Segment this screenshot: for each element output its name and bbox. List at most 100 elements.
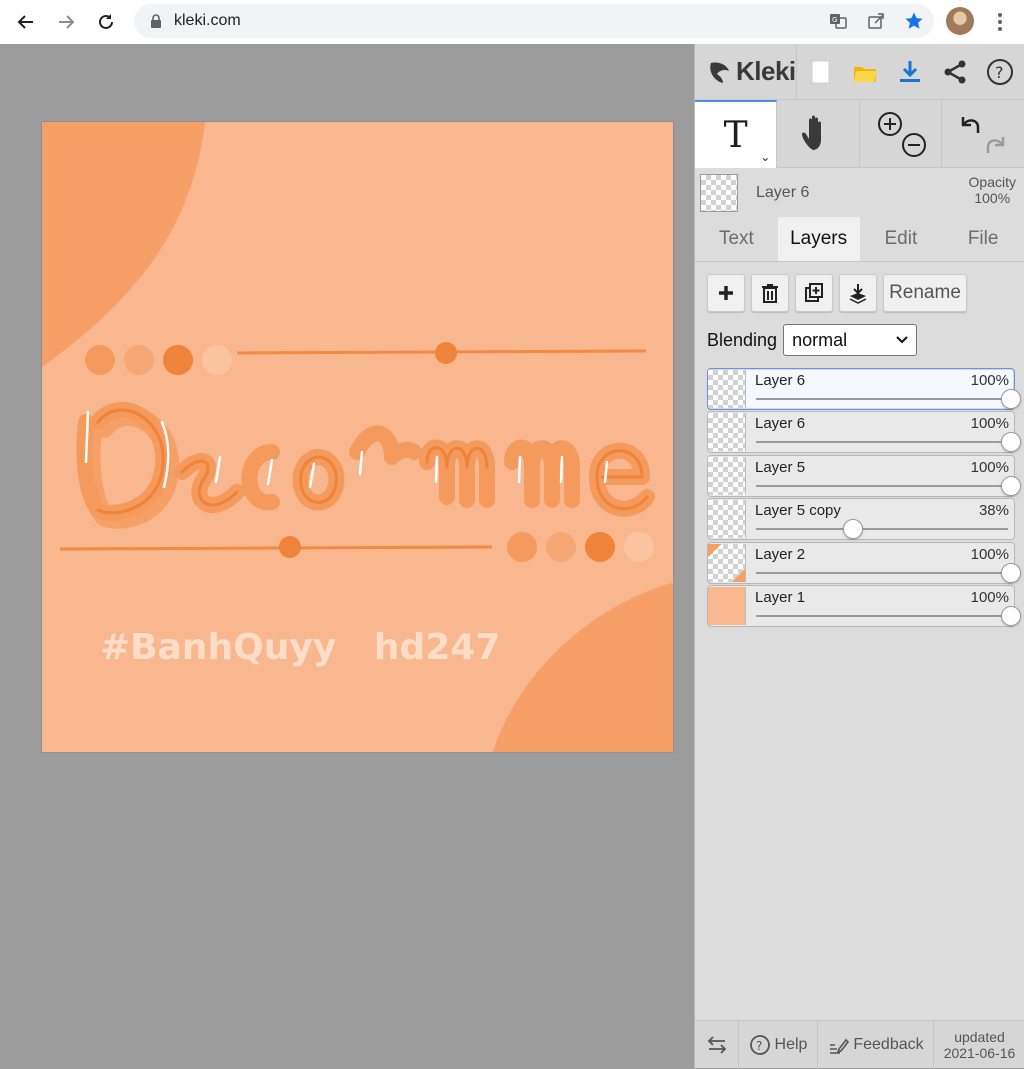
panel-footer: ? Help Feedback updated 2021-06-16 [695, 1020, 1024, 1069]
new-image-button[interactable] [797, 44, 842, 100]
layer-opacity-percent: 100% [970, 458, 1009, 476]
artwork-hashtag-text: #BanhQuyy hd247 [100, 627, 501, 668]
panel-tabs: Text Layers Edit File [695, 217, 1024, 262]
svg-text:?: ? [995, 63, 1004, 82]
zoom-controls [860, 100, 942, 168]
layer-opacity-slider-handle[interactable] [1001, 475, 1021, 496]
tab-edit[interactable]: Edit [860, 217, 943, 261]
share-button[interactable] [932, 44, 977, 100]
download-button[interactable] [887, 44, 932, 100]
rename-layer-button[interactable]: Rename [883, 274, 967, 312]
back-button[interactable] [6, 0, 46, 44]
download-icon [899, 60, 920, 82]
layer-row[interactable]: Layer 1 100% [707, 584, 1021, 627]
svg-text:?: ? [756, 1039, 762, 1053]
layer-row[interactable]: Layer 6 100% [707, 368, 1021, 410]
layer-opacity-slider[interactable] [756, 614, 1008, 617]
translate-icon[interactable]: G [828, 11, 848, 31]
layer-opacity-slider[interactable] [756, 528, 1008, 531]
open-file-button[interactable] [842, 44, 887, 100]
updated-date: 2021-06-16 [943, 1045, 1016, 1061]
hand-icon [801, 115, 821, 150]
layer-row[interactable]: Layer 5 100% [707, 454, 1021, 497]
tool-bar: T ⌄ [695, 100, 1024, 168]
opacity-label: Opacity [968, 174, 1016, 190]
help-icon: ? [986, 58, 1013, 85]
blending-select[interactable]: normal [783, 324, 918, 356]
feedback-pen-icon [830, 1038, 850, 1054]
tab-text[interactable]: Text [695, 217, 778, 261]
address-bar[interactable]: kleki.com G [134, 4, 934, 38]
layer-opacity-percent: 38% [978, 502, 1009, 520]
reload-button[interactable] [86, 0, 126, 44]
changelog-link[interactable]: updated 2021-06-16 [934, 1021, 1024, 1069]
help-circle-icon: ? [749, 1035, 770, 1055]
layer-opacity-slider-handle[interactable] [1001, 562, 1021, 583]
chevron-down-icon[interactable]: ⌄ [760, 150, 770, 164]
zoom-in-icon[interactable] [870, 109, 930, 159]
delete-layer-button[interactable] [751, 274, 789, 312]
drawing-canvas[interactable]: #BanhQuyy hd247 [41, 121, 674, 753]
forward-button[interactable] [46, 0, 86, 44]
duplicate-layer-button[interactable] [795, 274, 833, 312]
help-button[interactable]: ? [977, 44, 1022, 100]
url-text: kleki.com [174, 12, 241, 29]
undo-icon[interactable] [953, 109, 1013, 159]
layer-opacity-slider-handle[interactable] [1001, 605, 1021, 626]
layer-actions: Rename [695, 262, 1024, 312]
layer-opacity-slider[interactable] [756, 571, 1008, 574]
add-layer-icon [719, 286, 733, 300]
layer-name: Layer 6 [755, 415, 806, 433]
layer-opacity-slider[interactable] [756, 398, 1008, 400]
feedback-label: Feedback [853, 1036, 924, 1053]
layer-name: Layer 5 [755, 458, 806, 476]
feedback-link[interactable]: Feedback [818, 1021, 934, 1069]
bookmark-star-icon[interactable] [904, 11, 924, 31]
tab-layers[interactable]: Layers [777, 217, 860, 261]
svg-text:G: G [832, 16, 837, 24]
layer-thumbnail [708, 413, 746, 452]
opacity-value: 100% [974, 190, 1011, 206]
side-panel: Kleki ? T ⌄ Layer 6 Opacity 100% Text La… [694, 43, 1024, 1069]
canvas-workspace[interactable]: #BanhQuyy hd247 [0, 44, 694, 1068]
hand-tool-button[interactable] [777, 100, 860, 168]
layer-opacity-percent: 100% [970, 545, 1009, 563]
open-file-icon [853, 66, 877, 82]
current-layer-thumbnail [700, 174, 738, 212]
current-layer-info: Layer 6 Opacity 100% [695, 168, 1024, 218]
layer-opacity-slider[interactable] [756, 484, 1008, 487]
layer-opacity-slider[interactable] [756, 441, 1008, 444]
add-layer-button[interactable] [707, 274, 745, 312]
undo-redo-controls [942, 100, 1024, 168]
swap-side-button[interactable] [695, 1021, 739, 1069]
merge-down-button[interactable] [839, 274, 877, 312]
layer-opacity-percent: 100% [970, 415, 1009, 433]
layer-row[interactable]: Layer 2 100% [707, 541, 1021, 584]
app-name: Kleki [736, 56, 796, 86]
tab-file[interactable]: File [942, 217, 1024, 261]
layer-opacity-slider-handle[interactable] [1001, 389, 1021, 409]
current-layer-name: Layer 6 [756, 184, 810, 201]
app-topbar: Kleki ? [695, 43, 1024, 100]
chevron-down-icon [896, 336, 908, 344]
delete-layer-icon [762, 284, 778, 303]
layer-thumbnail [708, 500, 746, 539]
help-link[interactable]: ? Help [739, 1021, 818, 1069]
updated-label: updated [954, 1029, 1005, 1045]
help-label: Help [774, 1036, 808, 1053]
blending-label: Blending [707, 329, 778, 350]
kleki-logo[interactable]: Kleki [695, 43, 797, 100]
layer-list: Layer 6 100% Layer 6 100% Layer 5 100% Layer 5… [695, 356, 1024, 627]
layer-opacity-slider-handle[interactable] [1001, 432, 1021, 453]
text-tool-button[interactable]: T ⌄ [695, 100, 778, 168]
layer-name: Layer 6 [755, 372, 806, 389]
layer-thumbnail [708, 543, 746, 582]
reload-icon [99, 14, 113, 29]
menu-icon[interactable] [990, 8, 1010, 36]
profile-avatar[interactable] [946, 7, 974, 35]
layer-row[interactable]: Layer 5 copy 38% [707, 498, 1015, 541]
layer-opacity-slider-handle[interactable] [842, 519, 863, 540]
share-icon[interactable] [866, 11, 886, 31]
forward-icon [59, 15, 75, 29]
layer-row[interactable]: Layer 6 100% [707, 411, 1021, 454]
